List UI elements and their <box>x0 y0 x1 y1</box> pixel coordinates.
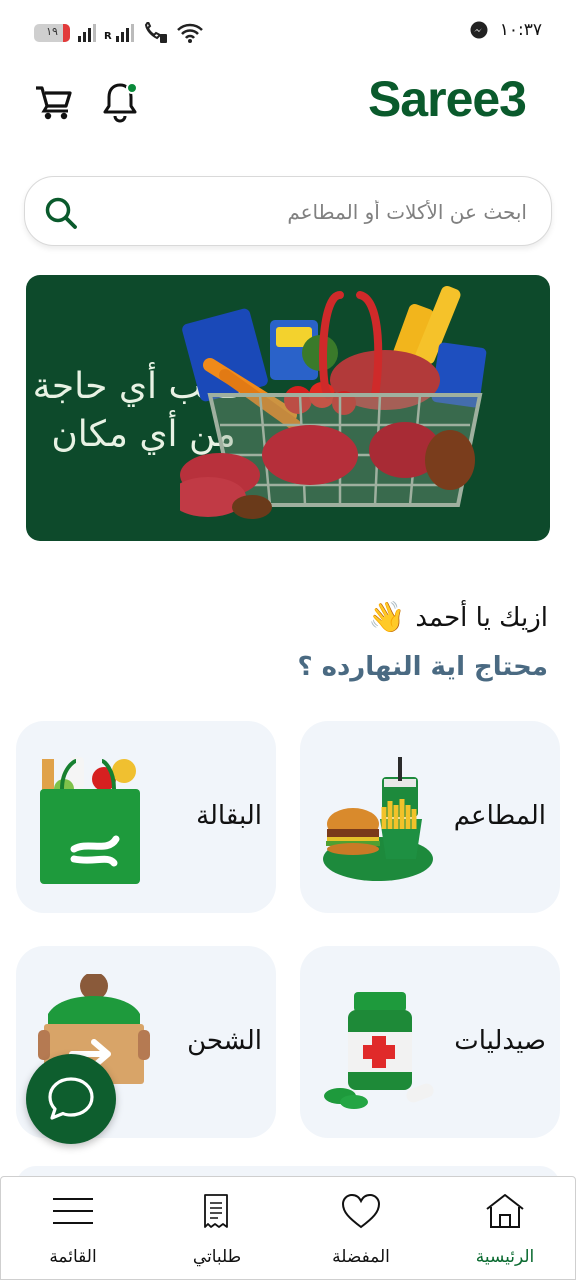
greeting: ازيك يا أحمد 👋 <box>368 600 548 635</box>
signal-icon <box>78 24 96 42</box>
heart-icon <box>341 1193 381 1229</box>
wifi-calling-icon <box>144 22 167 43</box>
promo-banner[interactable]: اطلب أي حاجة من أي مكان <box>26 275 550 541</box>
chat-button[interactable] <box>26 1054 116 1144</box>
bottom-navigation: القائمة طلباتي المفضلة الرئيسية <box>0 1176 576 1280</box>
greeting-text: ازيك يا أحمد <box>415 602 548 633</box>
battery-level: ١٩ <box>46 25 58 38</box>
battery-icon: ١٩ <box>34 24 70 42</box>
burger-fries-icon <box>323 757 433 881</box>
clock-time: ١٠:٣٧ <box>499 20 542 40</box>
app-logo: Saree3 <box>367 71 527 127</box>
nav-item-home[interactable]: الرئيسية <box>433 1177 576 1280</box>
greeting-subtitle: محتاج اية النهارده ؟ <box>297 652 548 682</box>
category-label: البقالة <box>196 801 262 831</box>
grocery-bag-icon <box>40 757 140 884</box>
roaming-label: R <box>104 31 112 42</box>
search-bar[interactable] <box>24 176 552 247</box>
category-card-restaurants[interactable]: المطاعم <box>300 721 560 913</box>
nav-item-favorites[interactable]: المفضلة <box>289 1177 433 1280</box>
menu-icon <box>53 1198 93 1224</box>
search-input[interactable] <box>107 177 527 247</box>
status-icons-left: ١٩ R <box>34 22 204 44</box>
category-label: المطاعم <box>453 801 546 831</box>
waving-hand-icon: 👋 <box>368 600 406 635</box>
status-icons-right: ١٠:٣٧ <box>470 20 542 40</box>
nav-label: القائمة <box>49 1247 97 1267</box>
chat-bubble-icon <box>48 1077 94 1120</box>
medicine-bottle-icon <box>324 992 434 1109</box>
category-label: صيدليات <box>454 1026 546 1056</box>
shopping-cart-icon[interactable] <box>34 82 74 122</box>
signal-roaming-icon: R <box>104 24 134 42</box>
nav-label: طلباتي <box>192 1247 242 1267</box>
app-header: Saree3 <box>0 64 576 144</box>
home-icon <box>486 1194 524 1228</box>
nav-label: المفضلة <box>332 1247 390 1267</box>
nav-label: الرئيسية <box>475 1247 535 1267</box>
nav-item-orders[interactable]: طلباتي <box>145 1177 289 1280</box>
messenger-icon <box>470 21 488 39</box>
notification-dot <box>126 82 138 94</box>
category-label: الشحن <box>187 1026 262 1056</box>
wifi-icon <box>176 23 203 43</box>
category-card-grocery[interactable]: البقالة <box>16 721 276 913</box>
status-bar: ١٩ R ١٠:٣٧ <box>0 0 576 64</box>
nav-item-menu[interactable]: القائمة <box>1 1177 145 1280</box>
search-icon[interactable] <box>43 195 79 231</box>
receipt-icon <box>204 1194 228 1228</box>
category-card-pharmacy[interactable]: صيدليات <box>300 946 560 1138</box>
grocery-basket-illustration <box>180 285 487 519</box>
